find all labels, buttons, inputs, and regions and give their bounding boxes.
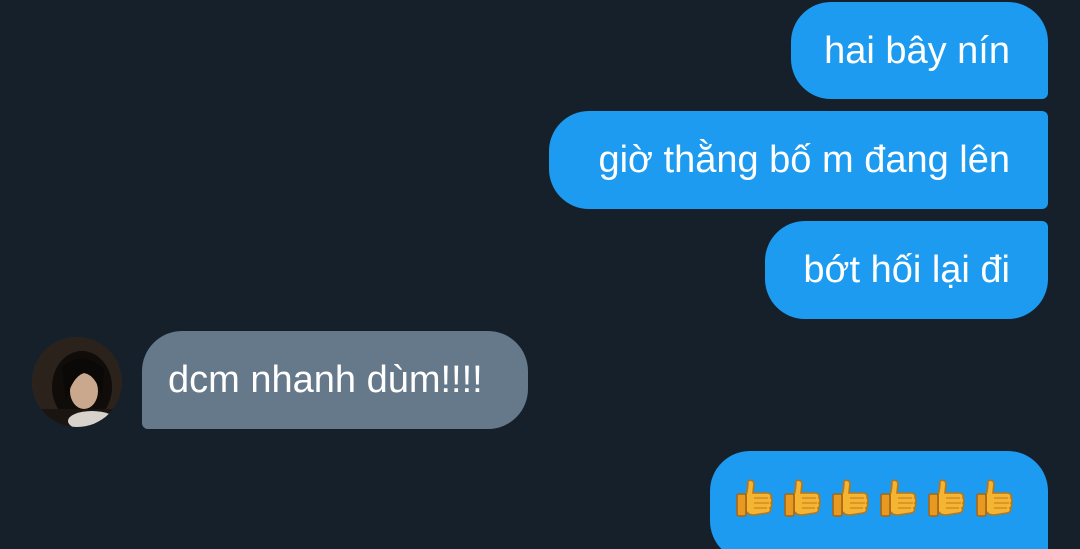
contact-avatar[interactable] bbox=[32, 337, 122, 427]
chat-thread: hai bây nín giờ thằng bố m đang lên bớt … bbox=[0, 0, 1080, 549]
message-bubble-outgoing[interactable]: bớt hối lại đi bbox=[765, 221, 1048, 319]
message-bubble-outgoing[interactable]: hai bây nín bbox=[791, 2, 1048, 99]
message-text: hai bây nín bbox=[824, 29, 1010, 72]
emoji-row bbox=[734, 477, 1016, 521]
message-text: dcm nhanh dùm!!!! bbox=[168, 359, 483, 401]
thumbs-up-icon bbox=[734, 477, 776, 521]
thumbs-up-icon bbox=[926, 477, 968, 521]
message-bubble-outgoing[interactable]: giờ thằng bố m đang lên bbox=[549, 111, 1048, 209]
message-text: giờ thằng bố m đang lên bbox=[598, 139, 1010, 181]
message-text: bớt hối lại đi bbox=[803, 249, 1010, 291]
thumbs-up-icon bbox=[782, 477, 824, 521]
thumbs-up-icon bbox=[974, 477, 1016, 521]
avatar-image bbox=[32, 337, 122, 427]
thumbs-up-icon bbox=[878, 477, 920, 521]
thumbs-up-icon bbox=[830, 477, 872, 521]
message-bubble-outgoing[interactable] bbox=[710, 451, 1048, 549]
message-bubble-incoming[interactable]: dcm nhanh dùm!!!! bbox=[142, 331, 528, 429]
